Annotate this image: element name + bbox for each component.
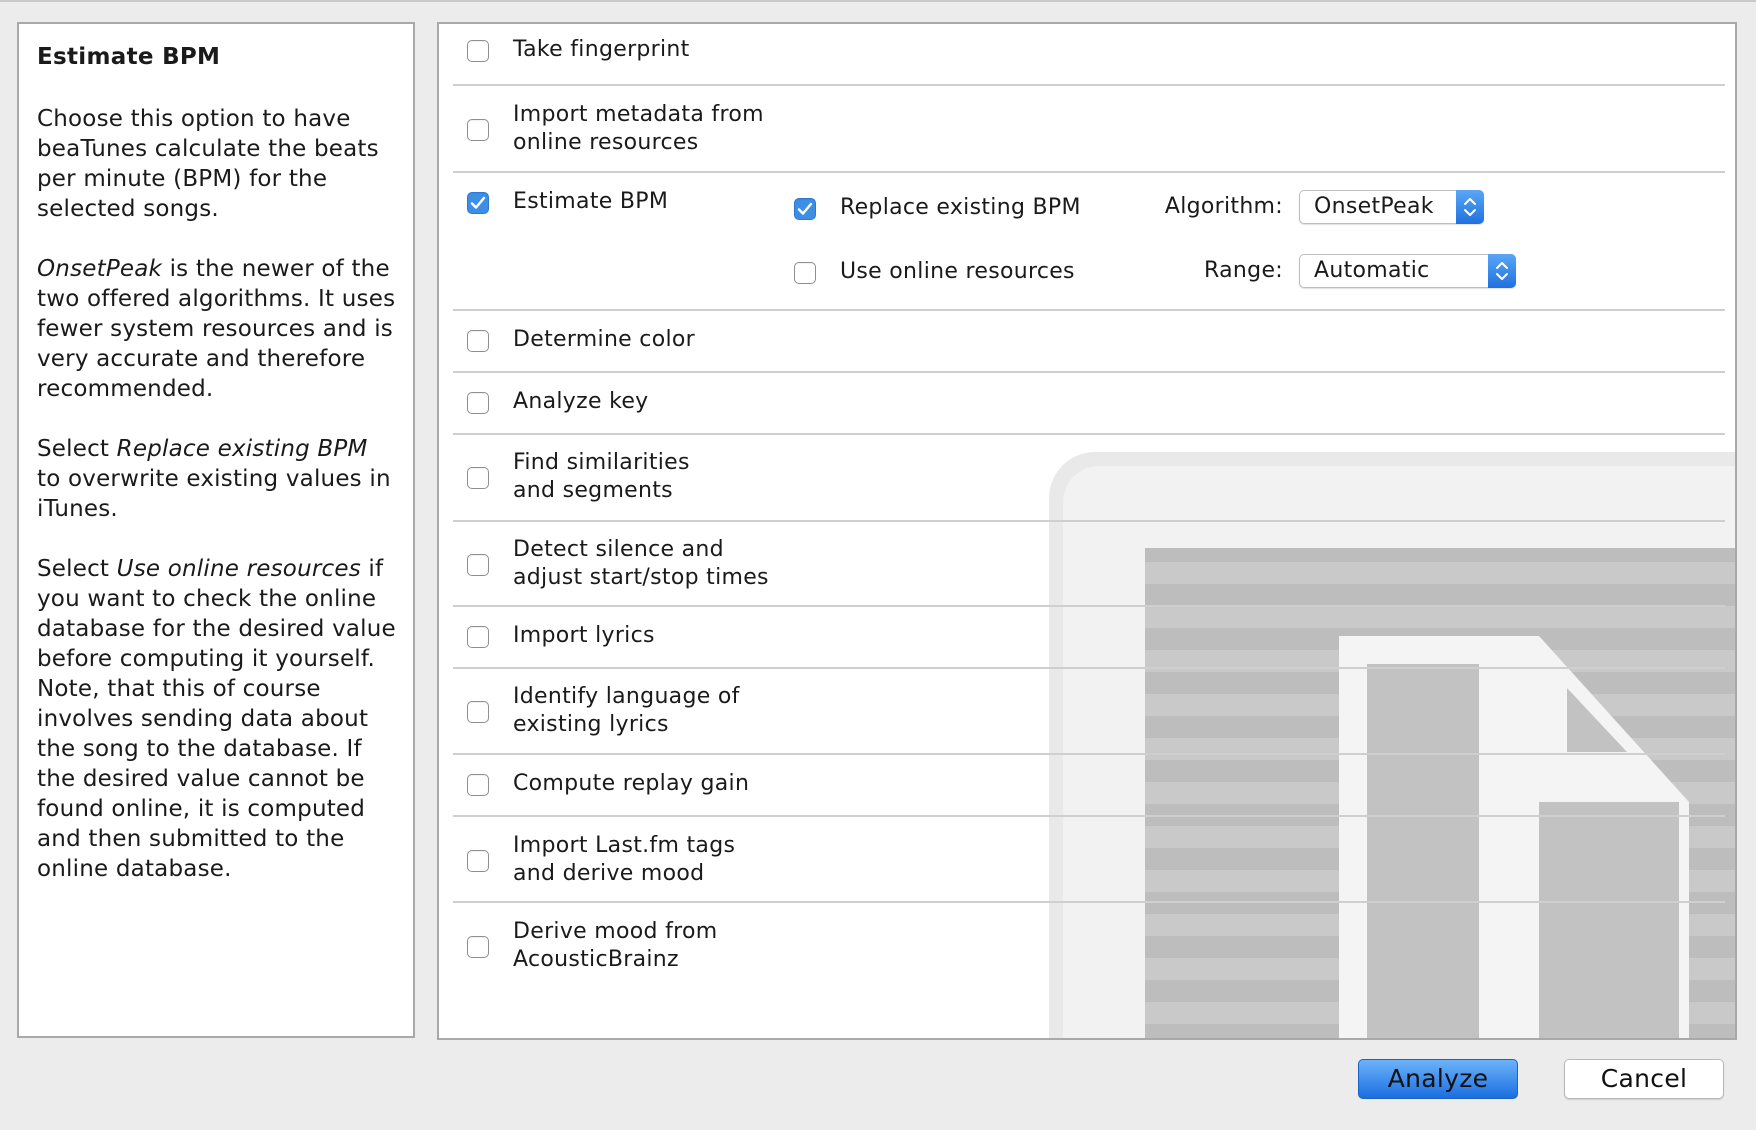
option-determine-color: Determine color: [453, 311, 1725, 373]
analyze-button[interactable]: Analyze: [1358, 1059, 1518, 1099]
help-paragraph: Choose this option to have beaTunes calc…: [37, 106, 379, 222]
help-panel: Estimate BPM Choose this option to have …: [17, 22, 415, 1038]
option-label: Estimate BPM: [513, 189, 669, 214]
help-emphasis: OnsetPeak: [37, 256, 163, 282]
option-label: Take fingerprint: [513, 37, 690, 62]
option-derive-mood: Derive mood from AcousticBrainz: [453, 903, 1725, 989]
estimate-bpm-checkbox[interactable]: [467, 192, 489, 214]
select-arrows-icon: [1488, 254, 1516, 288]
find-similarities-checkbox[interactable]: [467, 467, 489, 489]
analysis-options-panel: Take fingerprint Import metadata from on…: [437, 22, 1737, 1040]
option-label: Import lyrics: [513, 623, 655, 648]
option-import-lastfm-tags: Import Last.fm tags and derive mood: [453, 817, 1725, 903]
option-label: Import Last.fm tags: [513, 833, 736, 858]
option-label: and segments: [513, 478, 673, 503]
option-label: and derive mood: [513, 861, 705, 886]
option-label: Find similarities: [513, 450, 690, 475]
option-import-metadata: Import metadata from online resources: [453, 86, 1725, 173]
option-label: Import metadata from: [513, 102, 764, 127]
option-label: Analyze key: [513, 389, 649, 414]
help-paragraph: OnsetPeak is the newer of the two offere…: [37, 254, 397, 404]
algorithm-select[interactable]: OnsetPeak: [1299, 190, 1484, 224]
take-fingerprint-checkbox[interactable]: [467, 40, 489, 62]
option-label: adjust start/stop times: [513, 565, 769, 590]
option-label: Identify language of: [513, 684, 740, 709]
determine-color-checkbox[interactable]: [467, 330, 489, 352]
checkmark-icon: [797, 202, 813, 215]
replace-existing-bpm-label: Replace existing BPM: [840, 195, 1081, 220]
help-paragraph: Select Use online resources if you want …: [37, 554, 397, 884]
detect-silence-checkbox[interactable]: [467, 554, 489, 576]
identify-language-checkbox[interactable]: [467, 701, 489, 723]
help-body: Choose this option to have beaTunes calc…: [37, 104, 397, 914]
option-label: Compute replay gain: [513, 771, 750, 796]
option-label: Determine color: [513, 327, 695, 352]
option-label: AcousticBrainz: [513, 947, 679, 972]
import-lastfm-tags-checkbox[interactable]: [467, 850, 489, 872]
option-analyze-key: Analyze key: [453, 373, 1725, 435]
option-label: existing lyrics: [513, 712, 669, 737]
option-take-fingerprint: Take fingerprint: [453, 24, 1725, 86]
option-identify-language: Identify language of existing lyrics: [453, 669, 1725, 755]
algorithm-label: Algorithm:: [1164, 194, 1283, 219]
help-text: to overwrite existing values in iTunes.: [37, 466, 391, 522]
option-compute-replay-gain: Compute replay gain: [453, 755, 1725, 817]
help-text: Select: [37, 556, 117, 582]
algorithm-value: OnsetPeak: [1314, 194, 1434, 219]
derive-mood-checkbox[interactable]: [467, 936, 489, 958]
help-title: Estimate BPM: [37, 44, 221, 70]
option-estimate-bpm: Estimate BPM Replace existing BPM Use on…: [453, 173, 1725, 311]
option-detect-silence: Detect silence and adjust start/stop tim…: [453, 522, 1725, 607]
option-label: Detect silence and: [513, 537, 724, 562]
select-arrows-icon: [1456, 190, 1484, 224]
import-lyrics-checkbox[interactable]: [467, 626, 489, 648]
option-find-similarities: Find similarities and segments: [453, 435, 1725, 522]
help-text: if you want to check the online database…: [37, 556, 396, 882]
option-label: Derive mood from: [513, 919, 718, 944]
option-label: online resources: [513, 130, 699, 155]
top-divider: [0, 0, 1756, 2]
replace-existing-bpm-checkbox[interactable]: [794, 198, 816, 220]
option-import-lyrics: Import lyrics: [453, 607, 1725, 669]
help-paragraph: Select Replace existing BPM to overwrite…: [37, 434, 397, 524]
range-label: Range:: [1204, 258, 1283, 283]
range-value: Automatic: [1314, 258, 1430, 283]
use-online-resources-checkbox[interactable]: [794, 262, 816, 284]
checkmark-icon: [470, 196, 486, 209]
analyze-key-checkbox[interactable]: [467, 392, 489, 414]
range-select[interactable]: Automatic: [1299, 254, 1516, 288]
compute-replay-gain-checkbox[interactable]: [467, 774, 489, 796]
help-emphasis: Replace existing BPM: [116, 436, 368, 462]
use-online-resources-label: Use online resources: [840, 259, 1075, 284]
help-text: Select: [37, 436, 117, 462]
import-metadata-checkbox[interactable]: [467, 119, 489, 141]
cancel-button[interactable]: Cancel: [1564, 1059, 1724, 1099]
help-emphasis: Use online resources: [116, 556, 361, 582]
